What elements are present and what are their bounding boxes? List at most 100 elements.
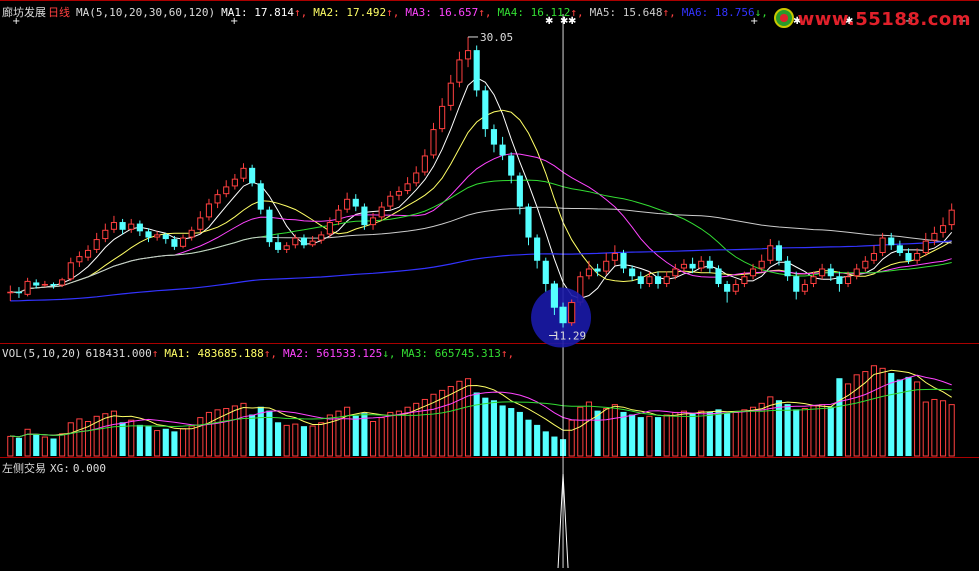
volume-bar (50, 438, 57, 456)
candle-body (585, 268, 593, 277)
candle-body (15, 291, 23, 294)
ma-item-arrow: ↓, (382, 347, 396, 360)
volume-bar (59, 433, 66, 457)
volume-bar (145, 426, 152, 456)
candle-body (283, 245, 290, 250)
volume-bar (369, 420, 377, 457)
volume-bar (948, 404, 955, 457)
volume-bar (706, 411, 713, 456)
ma-item-label: MA2: (282, 347, 317, 360)
volume-bar (205, 411, 213, 457)
candle-body (870, 253, 878, 261)
volume-bar (447, 385, 454, 457)
volume-bar (637, 417, 644, 456)
candle-body (266, 209, 273, 243)
volume-bar (162, 428, 169, 456)
volume-bar (352, 415, 359, 456)
volume-bar (15, 437, 23, 456)
volume-bar (283, 424, 290, 457)
volume-bar (629, 414, 636, 456)
ma-item-value: 15.648 (622, 6, 663, 19)
volume-bar (102, 413, 109, 457)
candle-body (922, 240, 929, 254)
candle-body (154, 234, 161, 238)
candle-body (706, 260, 713, 269)
volume-bar (292, 423, 299, 457)
candle-body (171, 239, 178, 247)
ma-values: MA1: 17.814↑, MA2: 17.492↑, MA3: 16.657↑, M… (221, 6, 774, 19)
ma-item-label: MA3: (401, 347, 435, 360)
volume-bar (387, 411, 394, 457)
chart-stage: 30.0511.29++✱✱✱+✱✱✱++ 廊坊发展日线MA(5,10,20,3… (0, 0, 979, 569)
candle-body (844, 276, 852, 284)
volume-bar (715, 409, 722, 456)
candle-body (447, 82, 454, 106)
candle-body (663, 276, 670, 284)
candle-body (188, 229, 195, 238)
kline-chart[interactable]: 30.0511.29++✱✱✱+✱✱✱++ (0, 0, 979, 569)
candle-body (749, 268, 757, 277)
candle-body (395, 191, 403, 196)
candle-body (205, 203, 213, 218)
volume-bar (939, 400, 947, 457)
site-watermark: www.55188.com (773, 8, 971, 30)
volume-bar (335, 410, 342, 457)
candle-body (594, 268, 601, 272)
candle-body (274, 242, 282, 250)
candle-body (758, 260, 765, 269)
moving-average-lines (10, 77, 953, 302)
candle-body (508, 155, 515, 176)
candle-body (7, 291, 14, 294)
ma-item-label: MA1: (221, 6, 255, 19)
candle-body (318, 234, 325, 241)
volume-bar (197, 417, 204, 457)
candle-body (76, 256, 83, 263)
volume-bar (154, 430, 161, 457)
candle-body (309, 240, 316, 246)
volume-bar (698, 410, 705, 457)
candle-body (84, 249, 92, 258)
ma-item-label: MA4: (497, 6, 531, 19)
period-label[interactable]: 日线 (48, 6, 70, 19)
volume-bar (516, 411, 523, 456)
candle-body (344, 198, 351, 210)
volume-bar (931, 398, 938, 457)
volume-bar (724, 413, 731, 456)
candle-body (59, 279, 66, 286)
candle-body (33, 282, 40, 286)
volume-bar (240, 402, 247, 457)
candle-body (456, 59, 463, 83)
volume-bar (577, 406, 584, 457)
candle-body (439, 105, 446, 130)
volume-bar (464, 378, 472, 457)
candle-body (404, 183, 411, 192)
candle-body (914, 253, 921, 261)
candle-body (119, 222, 126, 230)
candle-body (827, 268, 834, 277)
low-price-label: 11.29 (553, 330, 586, 343)
volume-bar (801, 408, 808, 457)
volume-bar (378, 417, 385, 457)
ma-item-value: 16.657 (438, 6, 479, 19)
candle-body (550, 283, 558, 308)
volume-bar (309, 425, 316, 457)
volume-bar (33, 434, 40, 456)
candle-body (430, 129, 437, 156)
candle-body (516, 175, 523, 207)
volume-bar (603, 408, 610, 457)
volume-bar (568, 419, 575, 457)
ma-item-value: 665745.313 (434, 347, 501, 360)
candle-body (741, 276, 748, 284)
stock-name: 廊坊发展 (2, 6, 46, 19)
ma-item-arrow: ↑, (386, 6, 400, 19)
volume-bar (404, 406, 411, 457)
candle-body (413, 172, 420, 184)
volume-bar (620, 411, 627, 456)
volume-bar (827, 406, 834, 456)
ma-item-label: MA6: (681, 6, 715, 19)
candle-body (931, 232, 938, 241)
volume-bar (663, 414, 670, 457)
candle-body (888, 237, 895, 246)
indicator-name: 左侧交易 (2, 462, 46, 475)
ma-item-label: MA1: (164, 347, 198, 360)
